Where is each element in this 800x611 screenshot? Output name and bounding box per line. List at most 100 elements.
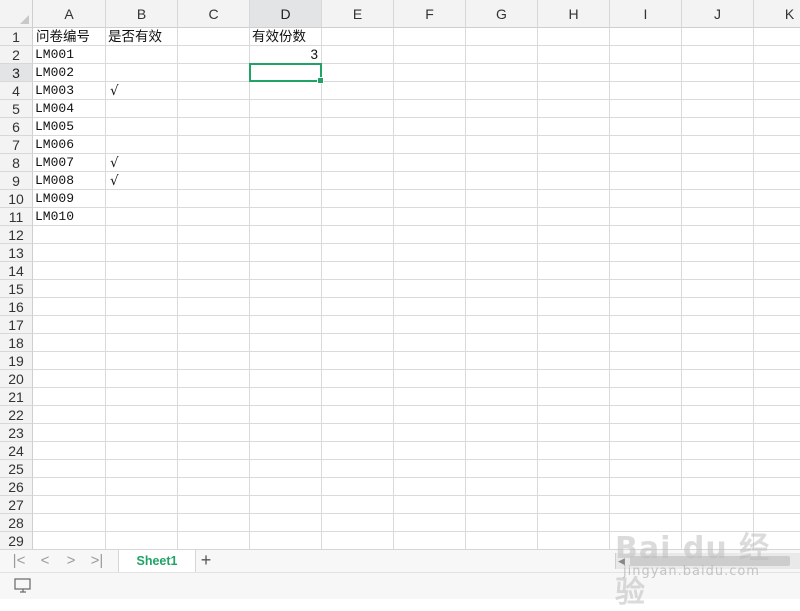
grid-line <box>33 531 800 532</box>
row-header-8[interactable]: 8 <box>0 154 33 172</box>
row-header-12[interactable]: 12 <box>0 226 33 244</box>
grid-line <box>33 405 800 406</box>
row-header-15[interactable]: 15 <box>0 280 33 298</box>
row-header-16[interactable]: 16 <box>0 298 33 316</box>
row-header-13[interactable]: 13 <box>0 244 33 262</box>
grid-line <box>177 28 178 549</box>
column-header-g[interactable]: G <box>466 0 538 28</box>
row-header-26[interactable]: 26 <box>0 478 33 496</box>
column-header-k[interactable]: K <box>754 0 800 28</box>
row-header-27[interactable]: 27 <box>0 496 33 514</box>
scrollbar-thumb[interactable] <box>630 556 790 566</box>
row-header-18[interactable]: 18 <box>0 334 33 352</box>
cell-a4[interactable]: LM003 <box>35 82 74 100</box>
cell-a6[interactable]: LM005 <box>35 118 74 136</box>
row-header-1[interactable]: 1 <box>0 28 33 46</box>
select-all-corner[interactable] <box>0 0 33 28</box>
grid-line <box>33 189 800 190</box>
grid-line <box>33 279 800 280</box>
grid-line <box>609 28 610 549</box>
grid-line <box>33 315 800 316</box>
row-header-23[interactable]: 23 <box>0 424 33 442</box>
row-header-5[interactable]: 5 <box>0 100 33 118</box>
row-header-20[interactable]: 20 <box>0 370 33 388</box>
scroll-left-arrow-icon[interactable]: ◀ <box>618 556 628 566</box>
active-cell-selection-d3[interactable] <box>249 63 324 84</box>
cell-a1[interactable]: 问卷编号 <box>36 28 90 46</box>
cell-d1[interactable]: 有效份数 <box>252 28 306 46</box>
next-sheet-button[interactable]: > <box>60 552 82 570</box>
column-header-b[interactable]: B <box>106 0 178 28</box>
cell-b8[interactable]: √ <box>110 154 119 172</box>
sheet-tab-bar: |< < > >| Sheet1 + ◀ <box>0 549 800 572</box>
grid-line <box>33 423 800 424</box>
monitor-icon[interactable] <box>14 578 32 593</box>
column-header-f[interactable]: F <box>394 0 466 28</box>
spreadsheet-grid[interactable]: A B C D E F G H I J K 1 2 3 4 5 6 7 8 9 … <box>0 0 800 549</box>
column-header-d[interactable]: D <box>250 0 322 28</box>
row-header-22[interactable]: 22 <box>0 406 33 424</box>
row-header-28[interactable]: 28 <box>0 514 33 532</box>
horizontal-scrollbar[interactable]: ◀ <box>615 553 800 569</box>
row-header-3[interactable]: 3 <box>0 64 33 82</box>
grid-line <box>753 28 754 549</box>
first-sheet-button[interactable]: |< <box>8 552 30 570</box>
row-header-6[interactable]: 6 <box>0 118 33 136</box>
row-header-24[interactable]: 24 <box>0 442 33 460</box>
grid-line <box>465 28 466 549</box>
row-header-21[interactable]: 21 <box>0 388 33 406</box>
row-header-25[interactable]: 25 <box>0 460 33 478</box>
cell-a9[interactable]: LM008 <box>35 172 74 190</box>
grid-line <box>33 135 800 136</box>
grid-line <box>33 513 800 514</box>
grid-line <box>33 351 800 352</box>
row-header-17[interactable]: 17 <box>0 316 33 334</box>
grid-line <box>393 28 394 549</box>
cell-a11[interactable]: LM010 <box>35 208 74 226</box>
add-sheet-button[interactable]: + <box>196 550 216 572</box>
grid-line <box>33 171 800 172</box>
column-header-e[interactable]: E <box>322 0 394 28</box>
cell-a2[interactable]: LM001 <box>35 46 74 64</box>
cell-b4[interactable]: √ <box>110 82 119 100</box>
grid-line <box>33 495 800 496</box>
cell-a8[interactable]: LM007 <box>35 154 74 172</box>
sheet-tab-sheet1[interactable]: Sheet1 <box>118 550 196 572</box>
grid-line <box>33 63 800 64</box>
row-header-11[interactable]: 11 <box>0 208 33 226</box>
row-header-19[interactable]: 19 <box>0 352 33 370</box>
grid-line <box>33 261 800 262</box>
cell-a5[interactable]: LM004 <box>35 100 74 118</box>
cell-a3[interactable]: LM002 <box>35 64 74 82</box>
prev-sheet-button[interactable]: < <box>34 552 56 570</box>
row-header-4[interactable]: 4 <box>0 82 33 100</box>
grid-line <box>33 81 800 82</box>
grid-line <box>537 28 538 549</box>
grid-line <box>321 28 322 549</box>
cell-a10[interactable]: LM009 <box>35 190 74 208</box>
grid-line <box>33 387 800 388</box>
cell-d2[interactable]: 3 <box>250 46 318 64</box>
cell-b1[interactable]: 是否有效 <box>108 28 162 46</box>
cell-a7[interactable]: LM006 <box>35 136 74 154</box>
grid-line <box>33 243 800 244</box>
row-header-2[interactable]: 2 <box>0 46 33 64</box>
grid-line <box>33 333 800 334</box>
grid-line <box>33 459 800 460</box>
grid-line <box>33 297 800 298</box>
column-header-i[interactable]: I <box>610 0 682 28</box>
row-header-9[interactable]: 9 <box>0 172 33 190</box>
column-header-a[interactable]: A <box>33 0 106 28</box>
column-header-j[interactable]: J <box>682 0 754 28</box>
row-header-10[interactable]: 10 <box>0 190 33 208</box>
row-header-7[interactable]: 7 <box>0 136 33 154</box>
row-header-29[interactable]: 29 <box>0 532 33 549</box>
column-header-c[interactable]: C <box>178 0 250 28</box>
grid-line <box>33 225 800 226</box>
last-sheet-button[interactable]: >| <box>86 552 108 570</box>
grid-line <box>105 28 106 549</box>
cell-b9[interactable]: √ <box>110 172 119 190</box>
column-header-h[interactable]: H <box>538 0 610 28</box>
grid-line <box>33 117 800 118</box>
row-header-14[interactable]: 14 <box>0 262 33 280</box>
